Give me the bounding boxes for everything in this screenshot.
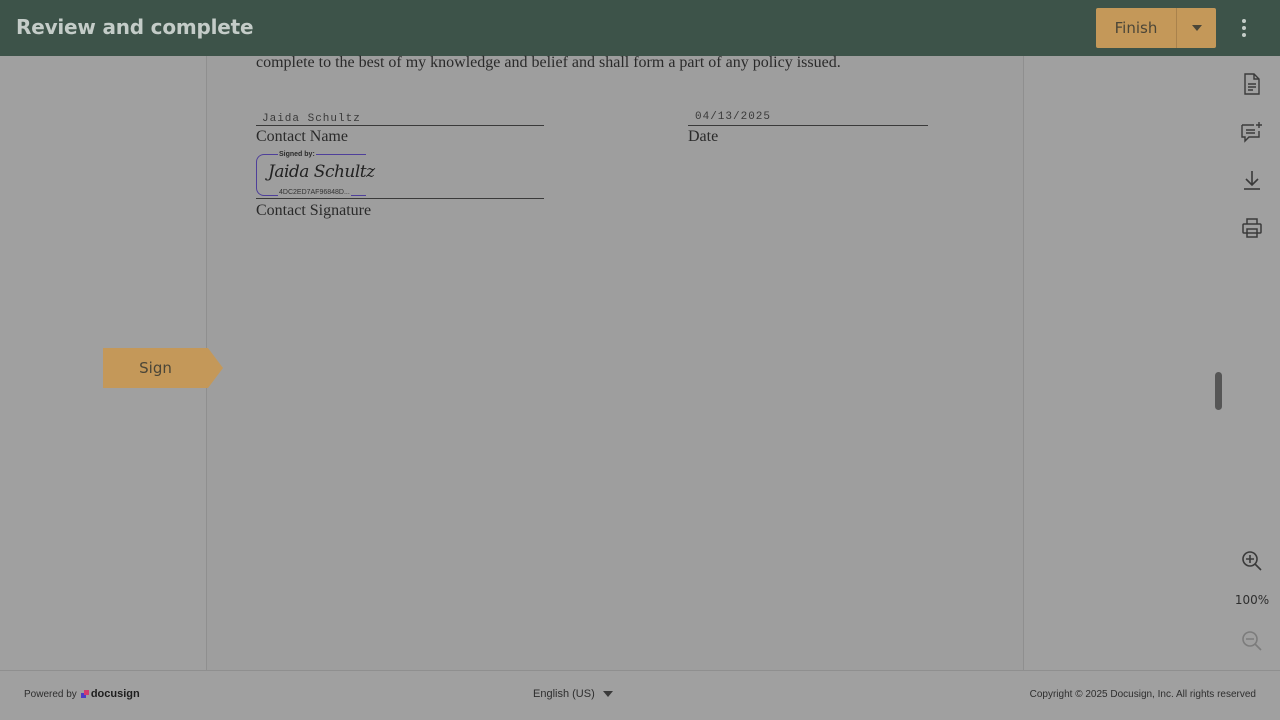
copyright-text: Copyright © 2025 Docusign, Inc. All righ…	[1029, 689, 1256, 700]
document-clause-text: complete to the best of my knowledge and…	[256, 54, 841, 71]
contact-signature-label: Contact Signature	[256, 202, 372, 219]
finish-button[interactable]: Finish	[1096, 8, 1176, 48]
language-selector[interactable]: English (US)	[533, 688, 613, 700]
language-label: English (US)	[533, 688, 595, 700]
docusign-logo: docusign	[80, 688, 140, 700]
more-options-button[interactable]	[1230, 14, 1258, 42]
sign-tag-label: Sign	[103, 348, 208, 388]
page-right-edge	[1023, 56, 1024, 670]
chevron-down-icon	[1191, 25, 1202, 31]
finish-options-dropdown[interactable]	[1177, 8, 1216, 48]
signature-hash: 4DC2ED7AF96848D...	[278, 189, 351, 196]
date-value: 04/13/2025	[695, 111, 772, 123]
zoom-level: 100%	[1234, 593, 1270, 607]
sign-navigation-tag[interactable]: Sign	[103, 348, 223, 388]
document-page	[207, 56, 1023, 670]
add-comment-icon[interactable]	[1236, 116, 1268, 148]
finish-button-group: Finish	[1096, 8, 1216, 48]
date-line	[688, 125, 928, 126]
more-dot	[1242, 26, 1246, 30]
docusign-wordmark: docusign	[90, 688, 140, 700]
top-bar: Review and complete Finish	[0, 0, 1280, 56]
more-dot	[1242, 33, 1246, 37]
document-icon[interactable]	[1236, 68, 1268, 100]
footer: Powered by docusign English (US) Copyrig…	[0, 670, 1280, 720]
sign-tag-arrow	[208, 348, 223, 388]
signed-by-label: Signed by:	[278, 151, 316, 158]
scrollbar-thumb[interactable]	[1215, 372, 1222, 410]
page-title: Review and complete	[16, 15, 254, 39]
handwritten-signature: Jaida Schultz	[268, 162, 375, 182]
chevron-down-icon	[602, 691, 613, 697]
zoom-out-icon[interactable]	[1236, 625, 1268, 657]
print-icon[interactable]	[1236, 212, 1268, 244]
contact-name-value: Jaida Schultz	[262, 113, 361, 125]
docusign-mark-icon	[80, 690, 89, 698]
contact-name-line	[256, 125, 544, 126]
more-dot	[1242, 19, 1246, 23]
powered-by-label: Powered by	[24, 688, 77, 700]
contact-name-label: Contact Name	[256, 128, 348, 145]
date-label: Date	[688, 128, 719, 145]
powered-by: Powered by docusign	[24, 688, 140, 700]
download-icon[interactable]	[1236, 164, 1268, 196]
signature-line	[256, 198, 544, 199]
zoom-in-icon[interactable]	[1236, 545, 1268, 577]
